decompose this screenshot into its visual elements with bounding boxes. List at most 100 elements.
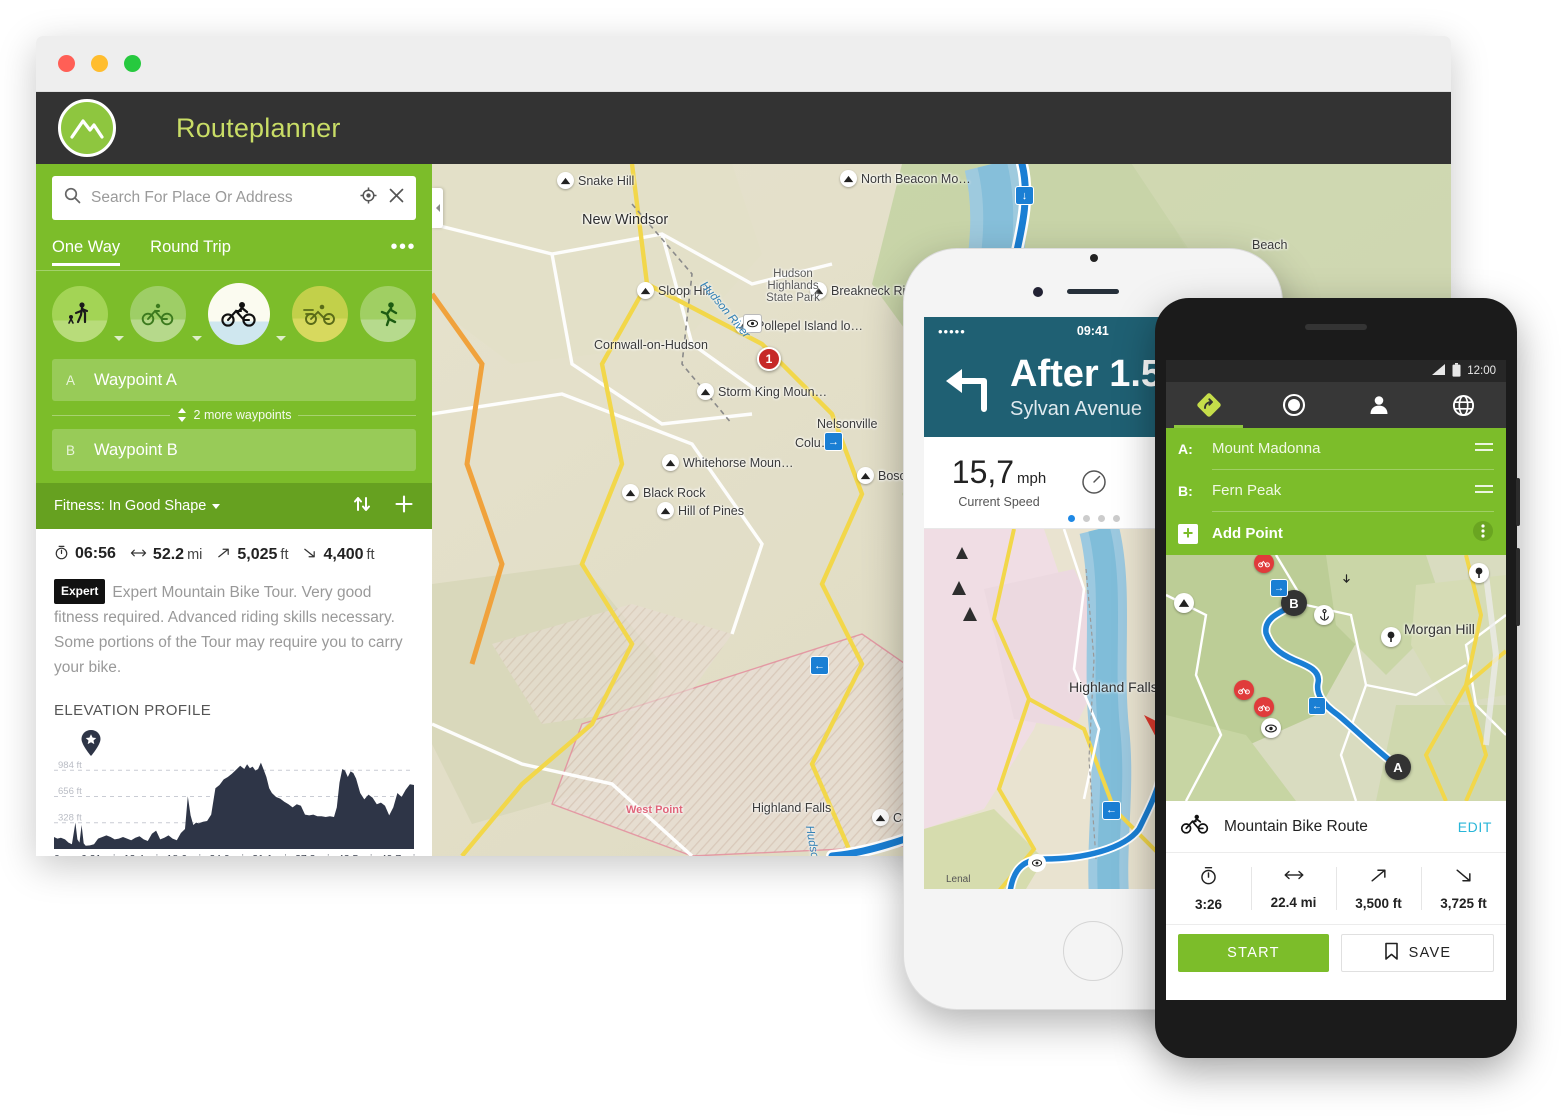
map-place-label-text: Highland Falls [752,801,832,815]
poi-anchor-marker[interactable] [1314,605,1334,625]
current-speed-label: Current Speed [958,494,1040,509]
save-button[interactable]: SAVE [1341,934,1494,972]
poi-bike-marker[interactable] [1234,680,1254,700]
tab-record[interactable] [1251,382,1336,428]
drag-handle-icon[interactable] [1474,482,1494,500]
fitness-dropdown[interactable]: Fitness: In Good Shape [54,498,221,514]
tab-profile[interactable] [1336,382,1421,428]
android-waypoint-a[interactable]: A: Mount Madonna [1166,428,1506,469]
map-place-label: North Beacon Mo… [840,170,971,187]
android-power-button[interactable] [1516,478,1520,526]
battery-icon [1452,362,1461,380]
pager-dot[interactable] [1098,514,1105,522]
overflow-dots-icon[interactable]: ••• [390,236,416,269]
tab-discover[interactable] [1421,382,1506,428]
android-waypoint-b[interactable]: B: Fern Peak [1166,470,1506,511]
more-waypoints-label: 2 more waypoints [193,408,292,422]
poi-peak-icon[interactable] [697,383,714,400]
start-button[interactable]: START [1178,934,1329,972]
pager-dot[interactable] [1068,514,1075,522]
poi-tree-marker[interactable] [1381,627,1401,647]
search-input[interactable] [91,189,348,207]
elevation-x-tick: 18.6 mi [167,853,201,856]
map-place-label: Hudson Highlands State Park [757,268,829,304]
poi-peak-icon[interactable] [637,282,654,299]
stat-ascent-value: 5,025 [237,545,278,563]
search-bar[interactable] [52,176,416,220]
poi-peak-icon[interactable] [622,484,639,501]
poi-bike-marker[interactable] [1254,697,1274,717]
close-icon[interactable] [389,188,404,208]
metric-current-speed: 15,7 mph Current Speed [924,456,1074,509]
sport-road-cycling-button[interactable] [130,286,186,342]
map-place-label-text: Pollepel Island lo… [756,318,864,333]
android-stat-ascent-value: 3,500 ft [1355,895,1402,911]
poi-peak-icon[interactable] [657,502,674,519]
waypoint-a-letter: A [66,372,76,388]
route-description-text: Expert Mountain Bike Tour. Very good fit… [54,584,403,677]
chevron-down-icon[interactable] [114,336,124,341]
viewpoint-marker[interactable] [1028,853,1046,872]
poi-peak-icon[interactable] [840,170,857,187]
poi-peak-icon[interactable] [872,809,889,826]
poi-download-marker[interactable] [1336,570,1356,590]
pager-dot[interactable] [1113,514,1120,522]
pager-dot[interactable] [1083,514,1090,522]
tab-round-trip[interactable]: Round Trip [150,238,231,266]
iphone-home-button[interactable] [1063,921,1123,981]
poi-peak-icon[interactable] [662,454,679,471]
add-point-button[interactable]: + Add Point [1166,512,1506,555]
android-stat-distance-value: 22.4 mi [1270,895,1317,910]
map-place-label-text: Beach [1252,238,1288,252]
poi-tree-marker[interactable] [1469,563,1489,583]
more-waypoints-row[interactable]: 2 more waypoints [52,401,416,429]
elevation-x-tick: 43.5 mi [338,853,372,856]
chevron-down-icon[interactable] [276,336,286,341]
waypoint-a-row[interactable]: A Waypoint A [52,359,416,401]
android-volume-button[interactable] [1516,548,1520,626]
window-close-button[interactable] [58,55,75,72]
stat-distance-value: 52.2 [152,545,185,563]
window-minimize-button[interactable] [91,55,108,72]
waypoint-b-row[interactable]: B Waypoint B [52,429,416,471]
route-waypoint-marker[interactable]: 1 [757,347,781,371]
reverse-route-icon[interactable] [352,494,372,519]
android-stat-ascent: 3,500 ft [1336,853,1421,924]
android-map[interactable]: Morgan Hill A B → ← [1166,555,1506,801]
sport-e-bike-button[interactable] [292,286,348,342]
poi-peak-icon[interactable] [557,172,574,189]
area-label-west-point: West Point [626,804,683,816]
active-tab-indicator [1174,425,1243,428]
route-card-header: Mountain Bike Route EDIT [1166,801,1506,853]
crosshair-locate-icon[interactable] [360,187,377,209]
sport-hiking-button[interactable] [52,286,108,342]
edit-button[interactable]: EDIT [1458,819,1492,835]
overflow-dots-icon[interactable] [1472,520,1494,547]
sport-mountain-biking-button[interactable] [208,283,270,345]
record-circle-icon [1282,393,1305,417]
app-logo[interactable] [58,99,116,157]
tab-one-way[interactable]: One Way [52,238,121,266]
tab-route-planner[interactable] [1166,382,1251,428]
plus-icon[interactable] [394,494,414,519]
window-maximize-button[interactable] [124,55,141,72]
panel-collapse-handle[interactable] [432,188,443,228]
poi-peak-marker[interactable] [1174,593,1194,613]
poi-peak-icon[interactable] [857,467,874,484]
android-marker-a[interactable]: A [1385,754,1411,780]
elevation-x-tick: 37.3 mi [295,853,329,856]
map-place-label: Highland Falls [752,801,831,815]
drag-handle-icon[interactable] [1474,440,1494,458]
route-card-actions: START SAVE [1166,925,1506,981]
sport-running-button[interactable] [360,286,416,342]
chevron-down-icon [212,503,221,509]
poi-viewpoint-marker[interactable] [1261,718,1281,738]
map-place-label: Storm King Moun… [697,383,827,400]
elevation-chart[interactable] [54,757,414,850]
map-place-label: Beach [1252,238,1287,252]
current-speed-value: 15,7 [951,453,1015,490]
route-direction-marker: ← [810,656,829,675]
android-screen: 12:00 A: Mount Madonna B: Fern Peak + Ad… [1166,360,1506,1000]
route-direction-marker: ← [1102,800,1121,820]
chevron-down-icon[interactable] [192,336,202,341]
